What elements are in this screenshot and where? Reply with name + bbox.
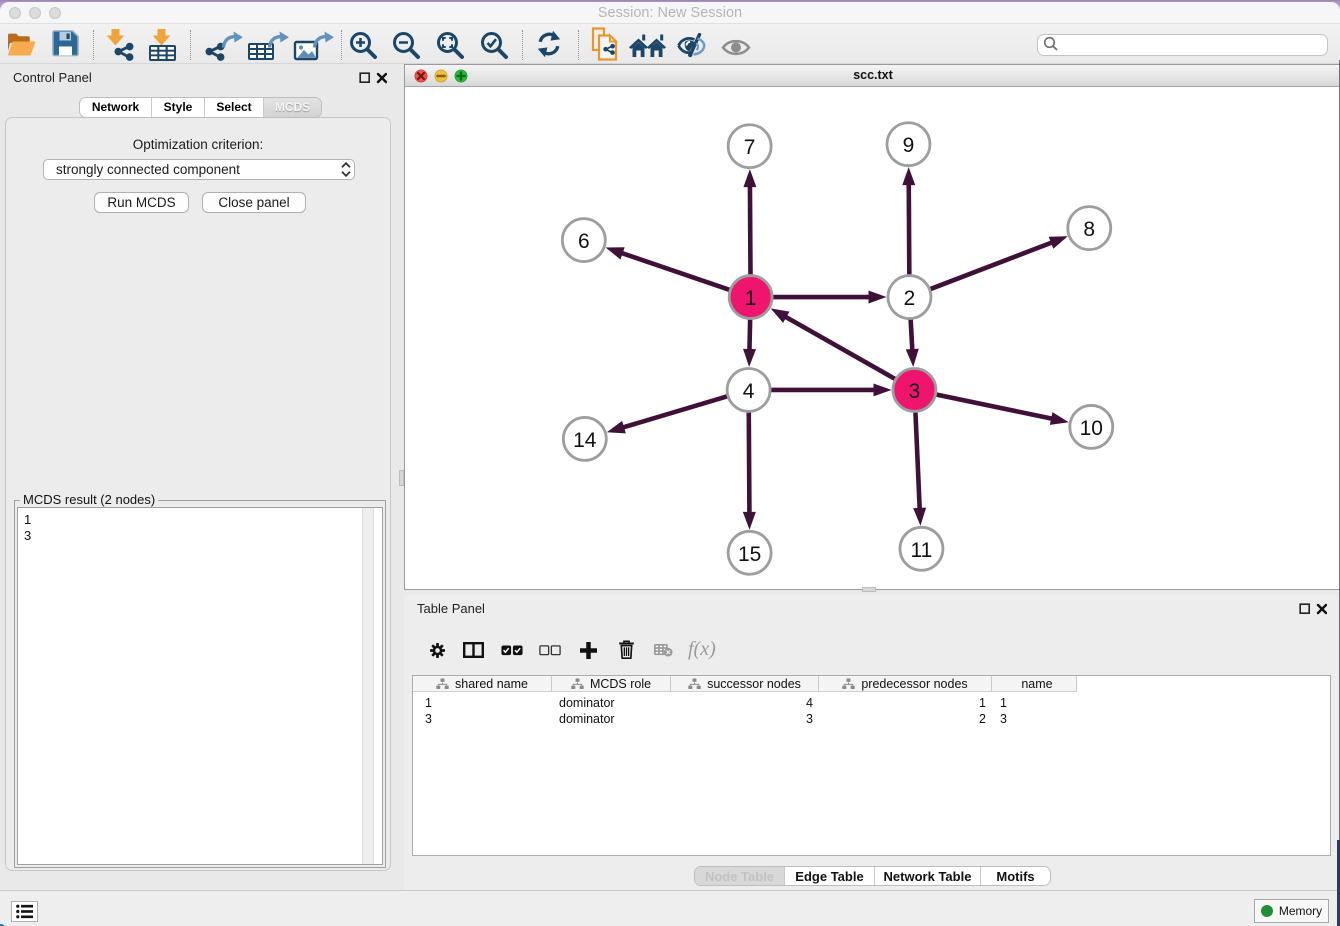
- svg-text:3: 3: [909, 380, 921, 403]
- svg-text:9: 9: [903, 134, 915, 157]
- svg-text:1: 1: [745, 287, 757, 310]
- svg-text:11: 11: [911, 539, 933, 562]
- svg-text:6: 6: [578, 230, 590, 253]
- svg-text:8: 8: [1083, 218, 1095, 241]
- svg-text:14: 14: [573, 429, 597, 452]
- svg-text:7: 7: [744, 136, 756, 159]
- svg-text:2: 2: [904, 287, 916, 310]
- svg-text:15: 15: [738, 543, 761, 566]
- svg-text:10: 10: [1080, 417, 1103, 440]
- svg-text:4: 4: [743, 380, 755, 403]
